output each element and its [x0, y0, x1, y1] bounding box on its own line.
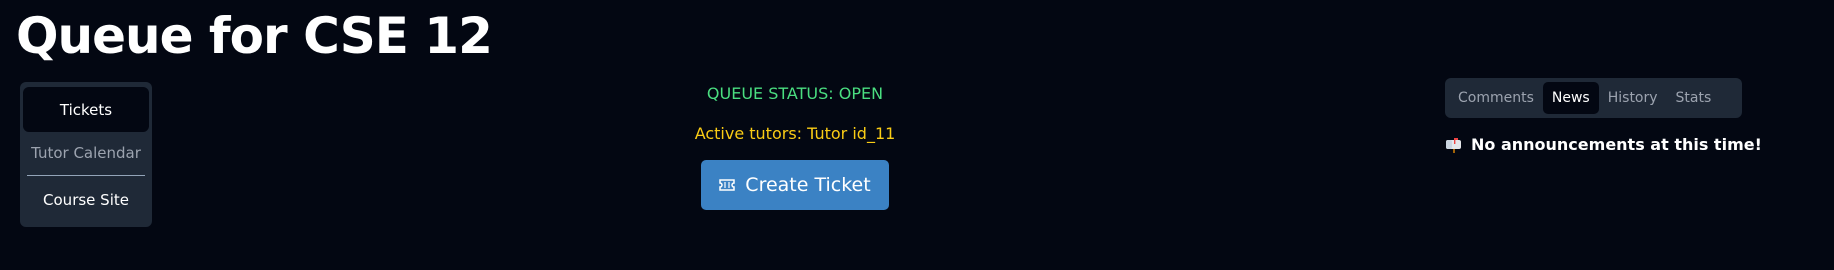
queue-center: QUEUE STATUS: OPEN Active tutors: Tutor …: [640, 82, 950, 210]
news-tabs: Comments News History Stats: [1445, 78, 1742, 118]
queue-status: QUEUE STATUS: OPEN: [706, 84, 884, 103]
create-ticket-button[interactable]: Create Ticket: [701, 160, 889, 210]
announcement-text: No announcements at this time!: [1471, 135, 1762, 154]
tab-stats[interactable]: Stats: [1667, 82, 1721, 114]
tab-history[interactable]: History: [1599, 82, 1667, 114]
announcement: No announcements at this time!: [1445, 135, 1762, 154]
sidebar-item-tutor-calendar[interactable]: Tutor Calendar: [23, 132, 149, 174]
mailbox-icon: [1445, 137, 1463, 153]
sidebar-item-course-site[interactable]: Course Site: [23, 176, 149, 224]
sidebar-item-tickets[interactable]: Tickets: [23, 87, 149, 132]
queue-page: Queue for CSE 12 Tickets Tutor Calendar …: [0, 0, 1834, 270]
ticket-icon: [719, 179, 736, 191]
create-ticket-label: Create Ticket: [745, 174, 871, 196]
page-title: Queue for CSE 12: [16, 7, 493, 65]
sidebar: Tickets Tutor Calendar Course Site: [20, 82, 152, 227]
tab-news[interactable]: News: [1542, 82, 1599, 114]
tab-comments[interactable]: Comments: [1449, 82, 1543, 114]
active-tutors: Active tutors: Tutor id_11: [694, 124, 896, 143]
